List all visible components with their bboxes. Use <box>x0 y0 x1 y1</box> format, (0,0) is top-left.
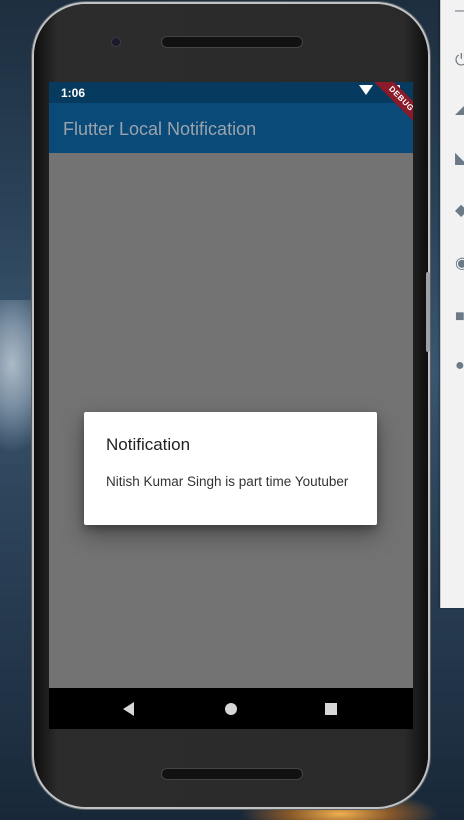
navigation-bar <box>49 688 413 729</box>
zoom-icon[interactable]: ● <box>455 357 464 375</box>
power-icon[interactable]: ⏻ <box>455 52 464 70</box>
rotate-right-icon[interactable]: ◉ <box>455 255 464 273</box>
volume-down-icon[interactable]: ◣ <box>455 150 464 168</box>
screenshot-icon[interactable]: ■ <box>455 308 464 326</box>
app-title: Flutter Local Notification <box>63 119 257 139</box>
top-speaker <box>161 36 303 48</box>
phone-frame: 1:06 Flutter Local Notification DEBUG No… <box>34 4 430 807</box>
modal-scrim[interactable]: Notification Nitish Kumar Singh is part … <box>49 153 413 688</box>
volume-up-icon[interactable]: ◢ <box>455 100 464 118</box>
back-icon[interactable] <box>123 702 134 716</box>
dialog-message: Nitish Kumar Singh is part time Youtuber <box>106 474 349 489</box>
power-button[interactable] <box>426 272 430 352</box>
app-bar: Flutter Local Notification <box>49 103 413 153</box>
rotate-left-icon[interactable]: ◆ <box>455 202 464 220</box>
status-time: 1:06 <box>61 86 86 100</box>
wifi-icon <box>359 85 373 95</box>
notification-dialog: Notification Nitish Kumar Singh is part … <box>84 412 377 525</box>
recents-icon[interactable] <box>325 703 337 715</box>
minimize-icon[interactable]: – <box>455 2 464 20</box>
emulator-toolbar: – ⏻ ◢ ◣ ◆ ◉ ■ ● <box>440 0 464 608</box>
device-screen: 1:06 Flutter Local Notification DEBUG No… <box>49 82 413 729</box>
home-icon[interactable] <box>225 703 237 715</box>
bottom-speaker <box>161 768 303 780</box>
dialog-title: Notification <box>106 435 191 454</box>
status-bar: 1:06 <box>49 82 413 103</box>
front-camera <box>111 37 121 47</box>
